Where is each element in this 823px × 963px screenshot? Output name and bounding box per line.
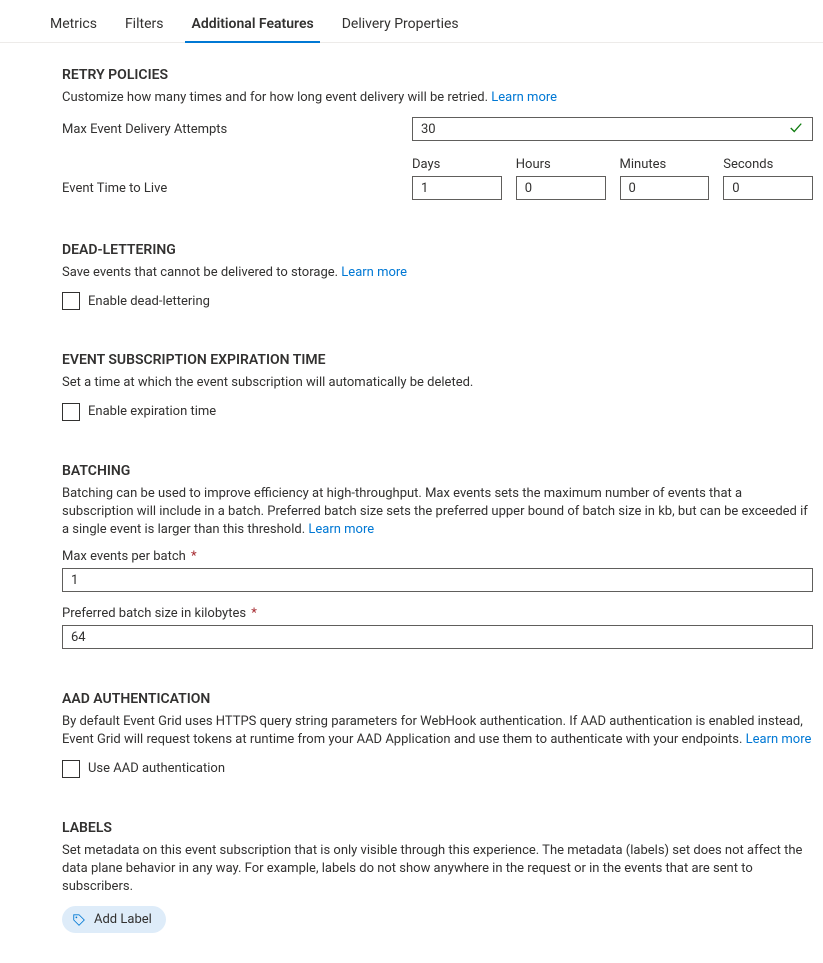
batching-desc: Batching can be used to improve efficien… [62, 485, 813, 540]
section-batching: BATCHING Batching can be used to improve… [62, 463, 813, 650]
tag-icon [72, 913, 86, 927]
ttl-days-input[interactable] [412, 176, 502, 200]
tab-delivery-properties[interactable]: Delivery Properties [328, 8, 473, 42]
add-label-text: Add Label [94, 912, 152, 927]
retry-title: RETRY POLICIES [62, 67, 813, 83]
enable-deadletter-checkbox[interactable] [62, 292, 80, 310]
labels-title: LABELS [62, 820, 813, 836]
section-dead-lettering: DEAD-LETTERING Save events that cannot b… [62, 242, 813, 310]
ttl-hours-input[interactable] [516, 176, 606, 200]
ttl-label: Event Time to Live [62, 181, 412, 200]
section-labels: LABELS Set metadata on this event subscr… [62, 820, 813, 934]
section-aad: AAD AUTHENTICATION By default Event Grid… [62, 691, 813, 777]
tab-metrics[interactable]: Metrics [36, 8, 111, 42]
batching-learn-more-link[interactable]: Learn more [308, 522, 374, 537]
max-events-input[interactable] [62, 568, 813, 592]
section-expiration: EVENT SUBSCRIPTION EXPIRATION TIME Set a… [62, 352, 813, 420]
tab-additional-features[interactable]: Additional Features [177, 8, 327, 42]
enable-expiration-checkbox[interactable] [62, 403, 80, 421]
use-aad-label: Use AAD authentication [88, 761, 225, 776]
deadletter-learn-more-link[interactable]: Learn more [341, 265, 407, 280]
max-attempts-input[interactable] [412, 117, 813, 141]
required-indicator: * [191, 549, 197, 564]
expiration-title: EVENT SUBSCRIPTION EXPIRATION TIME [62, 352, 813, 368]
add-label-button[interactable]: Add Label [62, 906, 166, 933]
max-events-label: Max events per batch [62, 549, 186, 564]
enable-deadletter-label: Enable dead-lettering [88, 294, 210, 309]
deadletter-title: DEAD-LETTERING [62, 242, 813, 258]
aad-desc: By default Event Grid uses HTTPS query s… [62, 713, 813, 749]
ttl-minutes-input[interactable] [620, 176, 710, 200]
section-retry-policies: RETRY POLICIES Customize how many times … [62, 67, 813, 200]
ttl-seconds-label: Seconds [723, 157, 813, 172]
ttl-seconds-input[interactable] [723, 176, 813, 200]
retry-desc: Customize how many times and for how lon… [62, 89, 813, 107]
ttl-days-label: Days [412, 157, 502, 172]
deadletter-desc: Save events that cannot be delivered to … [62, 264, 813, 282]
batching-title: BATCHING [62, 463, 813, 479]
max-attempts-label: Max Event Delivery Attempts [62, 122, 412, 137]
enable-expiration-label: Enable expiration time [88, 404, 216, 419]
expiration-desc: Set a time at which the event subscripti… [62, 374, 813, 392]
required-indicator: * [251, 606, 257, 621]
retry-learn-more-link[interactable]: Learn more [491, 90, 557, 105]
aad-learn-more-link[interactable]: Learn more [746, 732, 812, 747]
preferred-size-input[interactable] [62, 625, 813, 649]
aad-title: AAD AUTHENTICATION [62, 691, 813, 707]
tab-filters[interactable]: Filters [111, 8, 178, 42]
tabs-bar: Metrics Filters Additional Features Deli… [0, 8, 823, 43]
labels-desc: Set metadata on this event subscription … [62, 842, 813, 897]
ttl-hours-label: Hours [516, 157, 606, 172]
ttl-minutes-label: Minutes [620, 157, 710, 172]
use-aad-checkbox[interactable] [62, 760, 80, 778]
preferred-size-label: Preferred batch size in kilobytes [62, 606, 246, 621]
